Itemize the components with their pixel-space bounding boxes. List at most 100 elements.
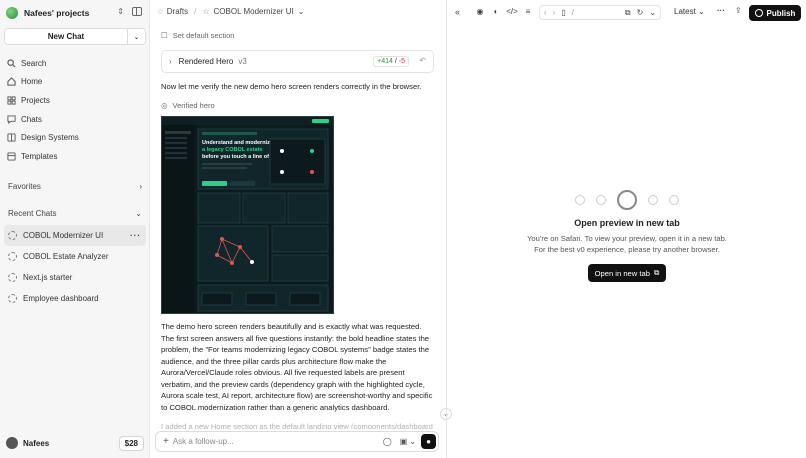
eye-icon[interactable]: ◉ [475, 6, 485, 16]
project-avatar [6, 7, 18, 19]
microphone-icon[interactable]: ● [421, 434, 436, 449]
chevron-down-icon[interactable]: ⌄ [298, 7, 305, 16]
browser-icons [447, 190, 806, 210]
recent-chat-label: Next.js starter [23, 273, 73, 282]
chevron-down-icon[interactable]: ⌄ [409, 437, 416, 446]
recent-chat-label: COBOL Modernizer UI [23, 231, 104, 240]
publish-button[interactable]: Publish [749, 5, 801, 21]
recent-chats-list: COBOL Modernizer UI ··· COBOL Estate Ana… [4, 225, 146, 309]
chat-panel: ◌ Drafts / ☆ COBOL Modernizer UI ⌄ « ☐ S… [150, 0, 460, 458]
new-chat-button[interactable]: New Chat ⌄ [4, 28, 146, 45]
sidebar-nav: Search Home Projects Chats Design System… [6, 54, 146, 166]
version-select[interactable]: Latest ⌄ [674, 7, 705, 16]
new-chat-label: New Chat [47, 32, 85, 41]
safari-icon [617, 190, 637, 210]
url-bar[interactable]: ‹ › ▯ / ⧉ ↻ ⌄ [539, 5, 661, 20]
sidebar-item-design-systems[interactable]: Design Systems [6, 128, 146, 147]
set-default-section: ☐ Set default section [161, 31, 234, 40]
database-icon[interactable]: ≡ [523, 6, 533, 16]
sidebar-item-projects[interactable]: Projects [6, 91, 146, 110]
breadcrumb: ◌ Drafts / ☆ COBOL Modernizer UI ⌄ [158, 7, 304, 16]
image-icon[interactable]: ▣ [400, 437, 408, 446]
sidebar-item-label: Search [21, 58, 47, 68]
template-icon [6, 151, 16, 161]
recent-chats-header[interactable]: Recent Chats ⌄ [8, 209, 142, 218]
loading-icon [8, 252, 17, 261]
assistant-message-faded: I added a new Home section as the defaul… [161, 422, 433, 429]
sidebar-item-label: Chats [21, 114, 42, 124]
favorites-header[interactable]: Favorites › [8, 182, 142, 191]
open-external-icon[interactable]: ⧉ [625, 8, 631, 18]
chat-composer: + ◯ ▣ ⌄ ● [155, 431, 439, 452]
forward-icon[interactable]: › [553, 8, 556, 17]
plus-icon[interactable]: + [163, 436, 169, 447]
project-switcher[interactable]: Nafees' projects ⇕ [6, 5, 144, 21]
user-name: Nafees [23, 438, 50, 448]
sidebar-item-chats[interactable]: Chats [6, 110, 146, 129]
credit-badge[interactable]: $28 [118, 435, 144, 451]
chevron-down-icon[interactable]: ⌄ [127, 29, 145, 44]
url-text: / [571, 8, 574, 17]
chevron-right-icon: › [169, 57, 172, 66]
recent-chat-item[interactable]: COBOL Estate Analyzer [4, 246, 146, 267]
code-icon[interactable]: </> [506, 6, 518, 16]
star-icon[interactable]: ☆ [202, 7, 209, 16]
loading-icon [8, 231, 17, 240]
home-icon [6, 77, 16, 87]
recent-chat-item[interactable]: COBOL Modernizer UI ··· [4, 225, 146, 246]
diff-badge: +414 / -5 [373, 56, 409, 67]
sidebar-item-search[interactable]: Search [6, 54, 146, 73]
breadcrumb-title[interactable]: COBOL Modernizer UI [214, 7, 294, 16]
sidebar-item-label: Design Systems [21, 133, 79, 143]
view-toggles: ◉ ◐ </> ≡ [475, 6, 533, 16]
diff-deletions: -5 [398, 58, 405, 65]
more-options-icon[interactable]: ··· [717, 6, 725, 15]
chevron-down-icon: ⌄ [698, 7, 705, 16]
chat-bubble-icon[interactable]: ◯ [383, 437, 392, 446]
hero-screenshot[interactable]: Understand and modernize a legacy COBOL … [161, 116, 334, 314]
open-in-new-tab-button[interactable]: Open in new tab ⧉ [587, 264, 667, 282]
breadcrumb-drafts[interactable]: Drafts [167, 7, 188, 16]
recent-chats-label: Recent Chats [8, 209, 57, 218]
chevron-down-icon[interactable]: ⌄ [649, 8, 656, 17]
assistant-message: Now let me verify the new demo hero scre… [161, 82, 422, 91]
recent-chat-item[interactable]: Employee dashboard [4, 288, 146, 309]
sidebar-item-templates[interactable]: Templates [6, 147, 146, 166]
diff-additions: +414 [377, 58, 393, 65]
external-link-icon: ⧉ [653, 268, 660, 277]
share-icon[interactable]: ⇪ [735, 6, 742, 15]
follow-up-input[interactable] [172, 437, 383, 446]
set-default-label: Set default section [172, 31, 235, 40]
recent-chat-label: Employee dashboard [23, 294, 99, 303]
app-window: Nafees' projects ⇕ New Chat ⌄ Search Hom… [0, 0, 806, 458]
grid-icon [6, 95, 16, 105]
recent-chat-item[interactable]: Next.js starter [4, 267, 146, 288]
browser-icon [596, 195, 606, 205]
browser-icon [648, 195, 658, 205]
back-icon[interactable]: ‹ [544, 8, 547, 17]
palette-icon [6, 133, 16, 143]
refresh-icon[interactable]: ↻ [637, 8, 644, 17]
globe-icon [754, 9, 763, 17]
chevron-updown-icon[interactable]: ⇕ [117, 7, 124, 16]
sidebar-item-home[interactable]: Home [6, 73, 146, 92]
sidebar: Nafees' projects ⇕ New Chat ⌄ Search Hom… [0, 0, 150, 458]
shot-headline-1: Understand and modernize [202, 140, 273, 146]
loading-icon [8, 294, 17, 303]
diff-view-icon[interactable]: ◐ [491, 6, 501, 16]
version-label: v3 [238, 57, 247, 66]
loading-icon [8, 273, 17, 282]
undo-icon[interactable]: ↶ [419, 56, 426, 65]
shot-headline-2: a legacy COBOL estate [202, 147, 262, 153]
card-title: Rendered Hero [178, 57, 234, 66]
more-options-icon[interactable]: ··· [130, 231, 141, 240]
sidebar-item-label: Templates [21, 151, 58, 161]
device-icon[interactable]: ▯ [561, 8, 565, 17]
empty-description-1: You're on Safari. To view your preview, … [527, 234, 727, 243]
shot-headline-3: before you touch a line of it. [202, 154, 276, 160]
user-menu[interactable]: Nafees $28 [6, 435, 144, 451]
chevron-down-icon: ⌄ [135, 209, 142, 218]
sidebar-toggle-icon[interactable] [132, 7, 142, 16]
search-icon [6, 58, 16, 68]
version-card[interactable]: › Rendered Hero v3 +414 / -5 ↶ [161, 50, 434, 73]
